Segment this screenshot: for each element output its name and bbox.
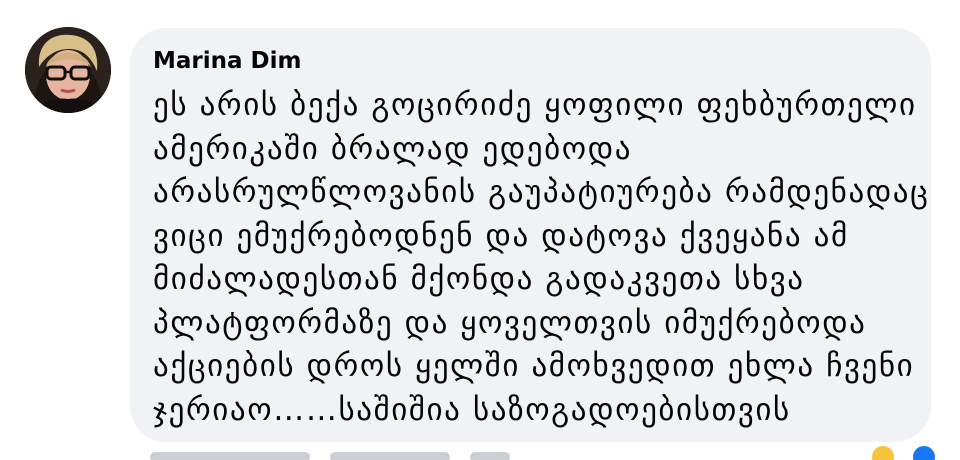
comment-line: აქციების დროს ყელში ამოხვედით ეხლა ჩვენი bbox=[153, 348, 915, 384]
like-icon bbox=[911, 444, 937, 460]
comment-line: არასრულწლოვანის გაუპატიურება რამდენადაც bbox=[153, 174, 930, 210]
comment-line: ჯერიაო……საშიშია საზოგადოებისთვის bbox=[153, 391, 791, 428]
comment-line: მიძალადესთან მქონდა გადაკვეთა სხვა bbox=[153, 261, 805, 297]
action-row-fragment bbox=[150, 452, 310, 460]
comment-line: ვიცი ემუქრებოდნენ და დატოვა ქვეყანა ამ bbox=[153, 217, 849, 254]
action-row-fragment bbox=[470, 452, 510, 460]
comment: Marina Dim ეს არის ბექა გოცირიძე ყოფილი … bbox=[0, 0, 960, 460]
action-row-fragment bbox=[330, 452, 450, 460]
comment-text: ეს არის ბექა გოცირიძე ყოფილი ფეხბურთელი … bbox=[153, 84, 931, 432]
haha-icon bbox=[870, 444, 896, 460]
avatar-image bbox=[25, 27, 111, 113]
comment-author[interactable]: Marina Dim bbox=[153, 46, 931, 76]
comment-bubble: Marina Dim ეს არის ბექა გოცირიძე ყოფილი … bbox=[130, 28, 931, 442]
comment-line: ამერიკაში ბრალად ედებოდა bbox=[153, 130, 633, 167]
comment-line: პლატფორმაზე და ყოველთვის იმუქრებოდა bbox=[153, 304, 867, 341]
avatar[interactable] bbox=[25, 27, 111, 113]
comment-line: ეს არის ბექა გოცირიძე ყოფილი ფეხბურთელი bbox=[153, 87, 917, 123]
reaction-summary[interactable] bbox=[866, 440, 946, 460]
